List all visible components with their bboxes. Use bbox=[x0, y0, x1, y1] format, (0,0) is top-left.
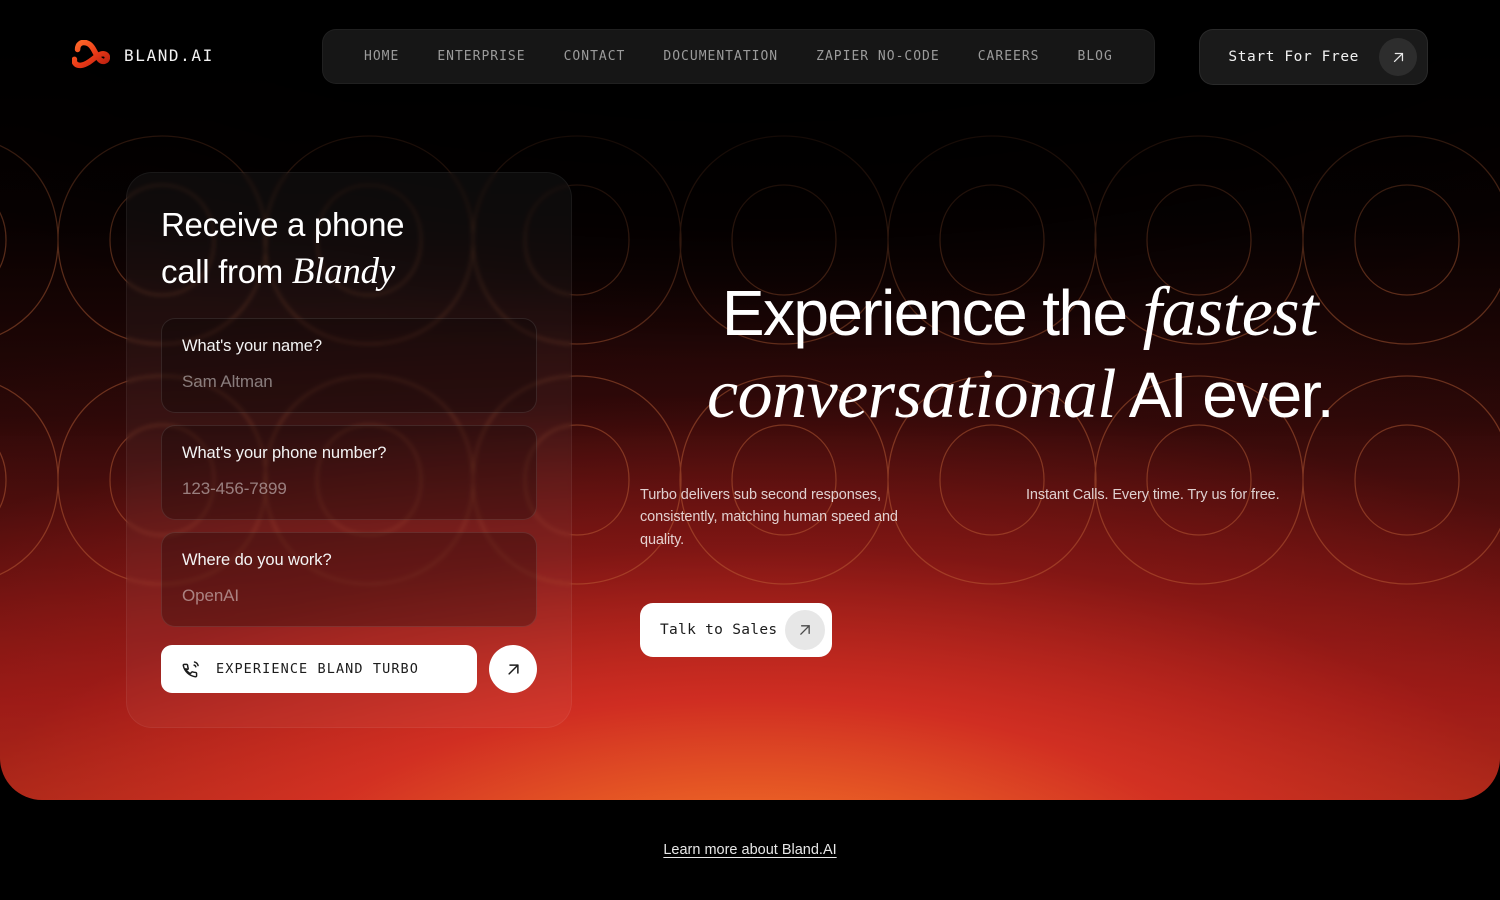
name-field-label: What's your name? bbox=[182, 337, 322, 356]
call-card-title-italic: Blandy bbox=[291, 250, 395, 292]
hero-subtext-left: Turbo delivers sub second responses, con… bbox=[640, 486, 898, 548]
headline-part1: Experience the bbox=[721, 277, 1143, 349]
hero-headline: Experience the fastest conversational AI… bbox=[640, 272, 1400, 436]
phone-ringing-icon bbox=[182, 660, 199, 678]
page-root: Receive a phone call from Blandy What's … bbox=[0, 0, 1500, 900]
name-field[interactable]: What's your name? Sam Altman bbox=[161, 318, 537, 414]
infinity-loop-icon bbox=[72, 40, 110, 69]
hero-subtext-right: Instant Calls. Every time. Try us for fr… bbox=[1026, 486, 1280, 503]
footer: Learn more about Bland.AI bbox=[0, 800, 1500, 900]
call-card-title-line1: Receive a phone bbox=[161, 206, 405, 243]
hero-content: Experience the fastest conversational AI… bbox=[640, 272, 1400, 658]
nav-menu: HOME ENTERPRISE CONTACT DOCUMENTATION ZA… bbox=[322, 29, 1155, 84]
call-card-title: Receive a phone call from Blandy bbox=[161, 203, 537, 296]
brand-logo[interactable]: BLAND.AI bbox=[72, 40, 214, 70]
arrow-up-right-icon bbox=[1393, 52, 1403, 62]
headline-part2: AI ever. bbox=[1116, 358, 1335, 431]
phone-field[interactable]: What's your phone number? 123-456-7899 bbox=[161, 425, 537, 521]
nav-item-blog[interactable]: BLOG bbox=[1059, 29, 1132, 84]
start-for-free-button[interactable]: Start For Free bbox=[1199, 29, 1428, 85]
arrow-up-right-icon bbox=[507, 663, 519, 675]
phone-field-label: What's your phone number? bbox=[182, 444, 387, 463]
hero-section: Receive a phone call from Blandy What's … bbox=[0, 0, 1500, 800]
top-navigation-bar: BLAND.AI HOME ENTERPRISE CONTACT DOCUMEN… bbox=[0, 0, 1500, 114]
work-field-label: Where do you work? bbox=[182, 551, 332, 570]
submit-row: EXPERIENCE BLAND TURBO bbox=[161, 645, 537, 694]
headline-italic-fastest: fastest bbox=[1142, 274, 1319, 351]
arrow-up-right-icon bbox=[800, 625, 810, 636]
nav-item-enterprise[interactable]: ENTERPRISE bbox=[418, 29, 544, 84]
hero-subtext-row: Turbo delivers sub second responses, con… bbox=[640, 484, 1400, 551]
call-card-title-line2: call from bbox=[161, 252, 292, 290]
nav-item-contact[interactable]: CONTACT bbox=[545, 29, 645, 84]
nav-item-documentation[interactable]: DOCUMENTATION bbox=[644, 29, 797, 84]
nav-item-careers[interactable]: CAREERS bbox=[959, 29, 1059, 84]
brand-name-label: BLAND.AI bbox=[124, 45, 214, 65]
headline-italic-conversational: conversational bbox=[707, 355, 1117, 433]
start-for-free-arrow bbox=[1379, 38, 1417, 76]
start-for-free-label: Start For Free bbox=[1228, 49, 1359, 65]
talk-to-sales-button[interactable]: Talk to Sales bbox=[640, 603, 832, 658]
nav-item-zapier-no-code[interactable]: ZAPIER NO-CODE bbox=[797, 29, 959, 84]
work-field[interactable]: Where do you work? OpenAI bbox=[161, 532, 537, 628]
learn-more-link[interactable]: Learn more about Bland.AI bbox=[663, 842, 836, 858]
nav-item-home[interactable]: HOME bbox=[345, 29, 418, 84]
receive-call-card: Receive a phone call from Blandy What's … bbox=[126, 172, 572, 729]
talk-to-sales-arrow bbox=[785, 610, 825, 651]
work-field-value[interactable]: OpenAI bbox=[182, 586, 516, 606]
submit-arrow-button[interactable] bbox=[489, 645, 537, 694]
talk-to-sales-label: Talk to Sales bbox=[660, 622, 778, 639]
phone-field-value[interactable]: 123-456-7899 bbox=[182, 479, 516, 499]
name-field-value[interactable]: Sam Altman bbox=[182, 372, 516, 392]
experience-bland-turbo-button[interactable]: EXPERIENCE BLAND TURBO bbox=[161, 645, 477, 694]
experience-bland-turbo-label: EXPERIENCE BLAND TURBO bbox=[216, 661, 420, 678]
